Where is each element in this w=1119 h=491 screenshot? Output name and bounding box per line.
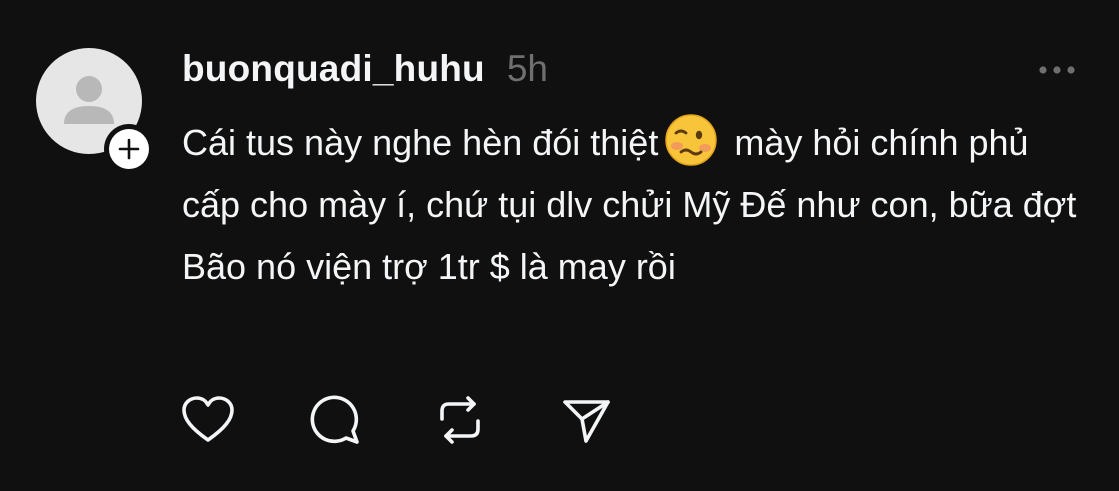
post-header: buonquadi_huhu 5h — [182, 48, 548, 92]
follow-badge-inner — [109, 129, 149, 169]
comment-icon — [310, 395, 359, 444]
more-options-button[interactable] — [1034, 56, 1080, 84]
post-actions — [180, 392, 614, 448]
repost-icon — [440, 396, 480, 444]
post-body-part1: Cái tus này nghe hèn đói thiệt — [182, 122, 659, 163]
reply-button[interactable] — [306, 392, 362, 448]
send-icon — [563, 400, 610, 443]
more-horizontal-icon — [1039, 66, 1075, 74]
woozy-face-emoji — [665, 114, 718, 166]
author-username[interactable]: buonquadi_huhu — [182, 48, 485, 90]
repost-button[interactable] — [432, 392, 488, 448]
post-body: Cái tus này nghe hèn đói thiệt mày hỏi c… — [182, 112, 1092, 298]
follow-button[interactable] — [104, 124, 154, 174]
plus-icon — [118, 138, 140, 160]
share-button[interactable] — [558, 392, 614, 448]
like-button[interactable] — [180, 392, 236, 448]
heart-icon — [182, 396, 234, 442]
thread-post: buonquadi_huhu 5h Cái tus này nghe hèn đ… — [0, 0, 1119, 491]
post-timestamp: 5h — [506, 48, 549, 89]
avatar-container — [36, 48, 154, 174]
